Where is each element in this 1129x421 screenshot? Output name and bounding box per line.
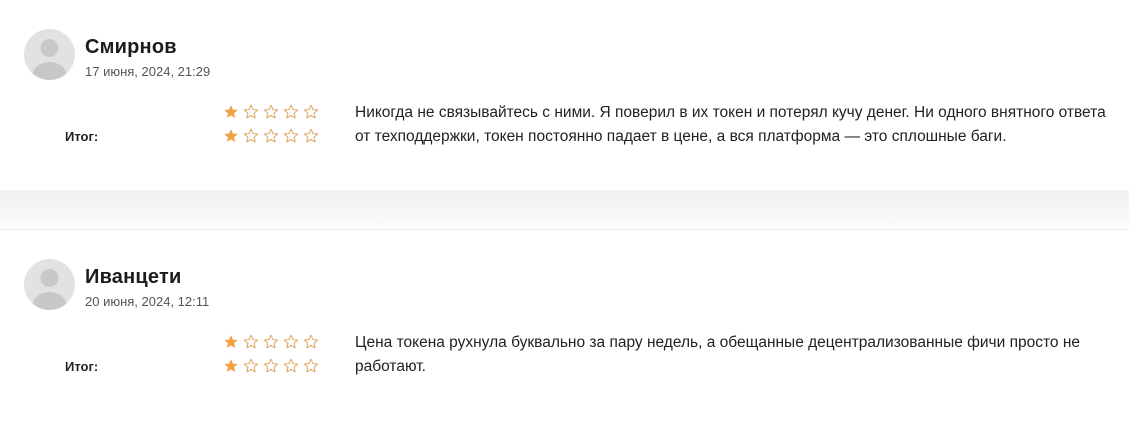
star-outline-icon <box>243 128 259 143</box>
rating-stars <box>223 334 319 350</box>
star-outline-icon <box>283 334 299 349</box>
star-outline-icon <box>263 358 279 373</box>
star-filled-icon <box>224 105 238 118</box>
star-filled-icon <box>224 359 238 372</box>
star-outline-icon <box>243 104 259 119</box>
star-outline-icon <box>303 128 319 143</box>
review-text: Никогда не связывайтесь с ними. Я повери… <box>355 104 1106 145</box>
review-date: 17 июня, 2024, 21:29 <box>85 64 211 79</box>
star-outline-icon <box>283 104 299 119</box>
star-filled-icon <box>224 129 238 142</box>
total-label: Итог: <box>65 359 99 374</box>
review-separator <box>0 190 1129 230</box>
avatar-icon <box>24 29 75 80</box>
star-outline-icon <box>303 104 319 119</box>
star-outline-icon <box>283 128 299 143</box>
star-outline-icon <box>283 358 299 373</box>
review-date: 20 июня, 2024, 12:11 <box>85 294 210 309</box>
total-rating-stars <box>223 358 319 374</box>
star-filled-icon <box>224 335 238 348</box>
star-outline-icon <box>263 128 279 143</box>
rating-stars <box>223 104 319 120</box>
review-text: Цена токена рухнула буквально за пару не… <box>355 334 1081 375</box>
total-label: Итог: <box>65 129 99 144</box>
star-outline-icon <box>303 334 319 349</box>
star-outline-icon <box>243 334 259 349</box>
total-rating-stars <box>223 128 319 144</box>
review-author: Иванцети <box>85 266 182 288</box>
review-author: Смирнов <box>85 36 177 58</box>
star-outline-icon <box>263 104 279 119</box>
star-outline-icon <box>243 358 259 373</box>
review-card: Иванцети 20 июня, 2024, 12:11 Итог: Цена… <box>0 230 1129 421</box>
avatar-icon <box>24 259 75 310</box>
star-outline-icon <box>263 334 279 349</box>
star-outline-icon <box>303 358 319 373</box>
review-card: Смирнов 17 июня, 2024, 21:29 Итог: Никог… <box>0 0 1129 190</box>
